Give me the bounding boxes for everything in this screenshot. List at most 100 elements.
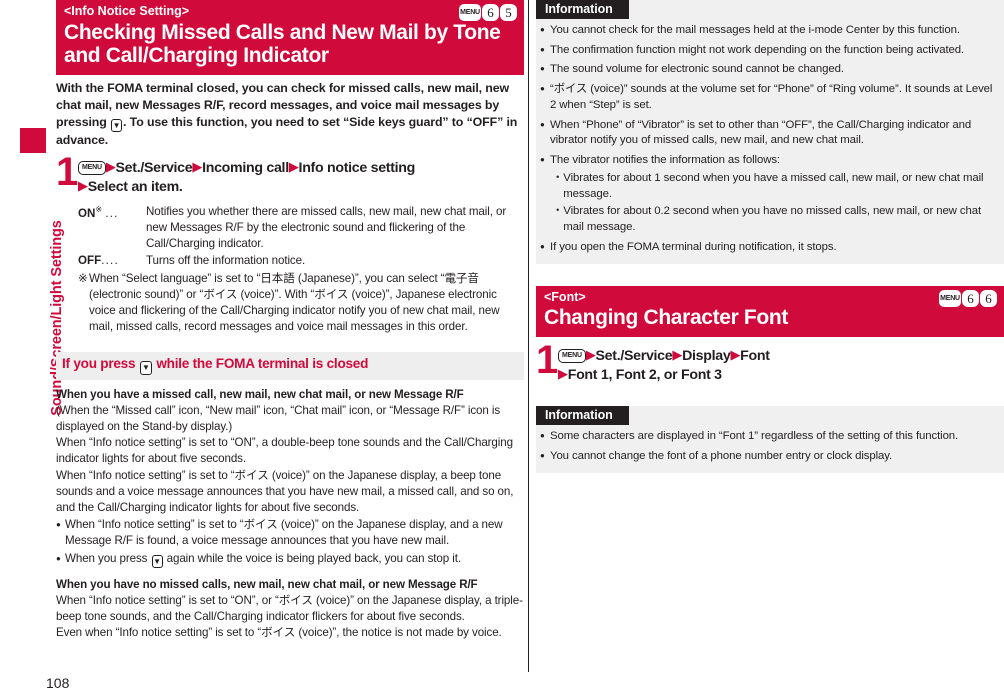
- information-box-font: Information ● Some characters are displa…: [536, 406, 1004, 473]
- information-item-text: You cannot change the font of a phone nu…: [550, 450, 893, 463]
- information-item: ● When “Phone” of “Vibrator” is set to o…: [536, 118, 1004, 149]
- step-item-3: Info notice setting: [298, 159, 416, 176]
- step-item-1: Set./Service: [595, 347, 673, 364]
- bullet-dot-icon: ●: [56, 553, 61, 563]
- menu-badge-digit-1: 6: [962, 289, 979, 307]
- information-item-text: Some characters are displayed in “Font 1…: [550, 430, 959, 443]
- bullet-text: When you press ▼ again while the voice i…: [65, 551, 524, 568]
- information-item-text: The sound volume for electronic sound ca…: [550, 63, 844, 76]
- bullet-dot-icon: ●: [540, 241, 545, 251]
- information-item: ● You cannot check for the mail messages…: [536, 23, 1004, 39]
- step-1: 1 MENU ▶Set./Service▶Incoming call▶Info n…: [56, 149, 524, 197]
- menu-key-icon: MENU: [558, 348, 586, 363]
- definition-desc-off: Turns off the information notice.: [146, 254, 306, 268]
- block-paragraph: When “Info notice setting” is set to “ON…: [56, 593, 523, 624]
- chapter-side-tab: Sound/Screen/Light Settings: [0, 0, 65, 697]
- step-item-2: Incoming call: [202, 159, 289, 176]
- block-paragraph: (When the “Missed call” icon, “New mail”…: [56, 403, 501, 433]
- down-key-icon: ▼: [139, 360, 152, 375]
- bullet-dot-icon: ●: [540, 431, 545, 441]
- information-item-text: You cannot check for the mail messages h…: [550, 24, 960, 36]
- subsection-heading: If you press ▼ while the FOMA terminal i…: [56, 351, 524, 380]
- bullet-text-before: When you press: [65, 551, 151, 565]
- information-item-text: The vibrator notifies the information as…: [550, 154, 780, 167]
- information-item: ● “ボイス (voice)” sounds at the volume set…: [536, 82, 1004, 113]
- information-subitem-text: Vibrates for about 0.2 second when you h…: [563, 205, 982, 234]
- section-banner-font: <Font> Changing Character Font MENU 6 6: [536, 285, 1004, 337]
- option-definition-list: ON※ ... Notifies you whether there are m…: [78, 204, 524, 270]
- bullet-dot-icon: ●: [540, 119, 545, 129]
- block-paragraph: When “Info notice setting” is set to “ON…: [56, 436, 513, 466]
- section-eyebrow: <Info Notice Setting>: [64, 4, 190, 18]
- bullet-dot-icon: ●: [540, 64, 545, 74]
- arrow-icon: ▶: [730, 346, 741, 362]
- footnote-mark: ※: [78, 271, 88, 285]
- step-number: 1: [56, 149, 79, 194]
- information-box-title: Information: [536, 406, 629, 426]
- step-instruction: MENU ▶Set./Service▶Incoming call▶Info not…: [78, 158, 524, 197]
- information-item-text: When “Phone” of “Vibrator” is set to oth…: [550, 118, 972, 147]
- term-text: OFF: [78, 254, 102, 268]
- information-box-title: Information: [536, 0, 629, 19]
- step-item-1: Set./Service: [115, 159, 193, 176]
- menu-shortcut-badges: MENU 6 5: [459, 4, 517, 21]
- arrow-icon: ▶: [192, 158, 203, 174]
- bullet-dot-icon: ●: [540, 25, 545, 34]
- block-heading: When you have a missed call, new mail, n…: [56, 387, 464, 401]
- content-block-no-notifications: When you have no missed calls, new mail,…: [56, 577, 524, 642]
- subhead-text-after: while the FOMA terminal is closed: [152, 355, 369, 371]
- menu-badge-icon: MENU: [939, 289, 961, 307]
- block-heading: When you have no missed calls, new mail,…: [56, 577, 478, 591]
- bullet-dot-icon: ●: [540, 44, 545, 54]
- section-title: Changing Character Font: [544, 306, 788, 330]
- left-column: <Info Notice Setting> Checking Missed Ca…: [56, 0, 524, 672]
- column-divider: [528, 0, 529, 672]
- information-item: ● The vibrator notifies the information …: [536, 153, 1004, 169]
- block-paragraph: When “Info notice setting” is set to “ボイ…: [56, 468, 514, 515]
- term-superscript: ※: [95, 204, 103, 214]
- information-subitem: ・ Vibrates for about 1 second when you h…: [536, 171, 1004, 202]
- page-number: 108: [46, 675, 70, 691]
- bullet-dot-icon: ●: [540, 155, 545, 165]
- step-number: 1: [536, 337, 559, 382]
- subbullet-dot-icon: ・: [552, 205, 564, 218]
- arrow-icon: ▶: [558, 365, 568, 381]
- term-dots: ....: [101, 254, 119, 268]
- information-subitem-text: Vibrates for about 1 second when you hav…: [563, 171, 984, 200]
- information-item: ● Some characters are displayed in “Font…: [536, 429, 1004, 445]
- block-bullet: ● When “Info notice setting” is set to “…: [56, 517, 524, 549]
- intro-paragraph: With the FOMA terminal closed, you can c…: [56, 80, 524, 149]
- footnote-text: When “Select language” is set to “日本語 (J…: [89, 271, 500, 334]
- step-item-2: Display: [682, 347, 731, 364]
- step-item-3: Font: [740, 347, 770, 364]
- step-item-4: Font 1, Font 2, or Font 3: [567, 366, 722, 383]
- menu-shortcut-badges: MENU 6 6: [939, 289, 997, 307]
- information-subitem: ・ Vibrates for about 0.2 second when you…: [536, 204, 1004, 235]
- definition-term-on: ON※ ...: [78, 204, 146, 253]
- menu-badge-digit-2: 6: [980, 289, 997, 307]
- down-key-icon: ▼: [111, 118, 123, 132]
- section-eyebrow: <Font>: [544, 289, 586, 304]
- definition-desc-on: Notifies you whether there are missed ca…: [146, 204, 507, 251]
- information-item-text: “ボイス (voice)” sounds at the volume set f…: [550, 83, 993, 111]
- arrow-icon: ▶: [288, 158, 299, 174]
- intro-text-part2: . To use this function, you need to set …: [56, 114, 518, 147]
- subbullet-dot-icon: ・: [552, 171, 564, 184]
- chapter-tab-marker: [20, 128, 46, 153]
- bullet-text-after: again while the voice is being played ba…: [163, 551, 461, 565]
- term-dots: ...: [105, 206, 119, 220]
- step-1-font: 1 MENU ▶Set./Service▶Display▶Font ▶Font 1,…: [536, 337, 1004, 385]
- definition-row-on: ON※ ... Notifies you whether there are m…: [78, 204, 524, 253]
- information-item: ● The sound volume for electronic sound …: [536, 62, 1004, 78]
- definition-term-off: OFF....: [78, 253, 146, 269]
- subhead-text-before: If you press: [62, 355, 139, 371]
- information-box-info-notice: Information ● You cannot check for the m…: [536, 0, 1004, 264]
- menu-badge-digit-1: 6: [482, 4, 499, 21]
- definition-row-off: OFF.... Turns off the information notice…: [78, 253, 524, 269]
- footnote-note: ※ When “Select language” is set to “日本語 …: [78, 271, 524, 336]
- content-block-has-notifications: When you have a missed call, new mail, n…: [56, 387, 524, 568]
- information-item: ● If you open the FOMA terminal during n…: [536, 240, 1004, 256]
- block-paragraph: Even when “Info notice setting” is set t…: [56, 626, 502, 640]
